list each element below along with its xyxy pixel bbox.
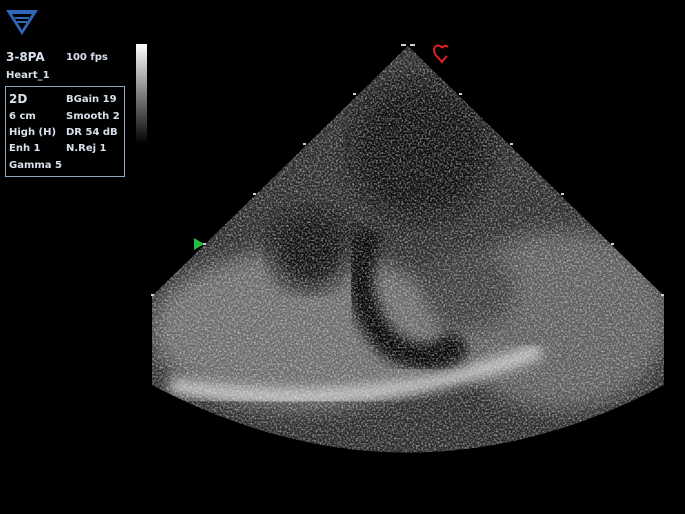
heart-orientation-icon: [432, 44, 449, 64]
sector-tissue: [152, 46, 664, 453]
focus-marker-icon: [194, 238, 204, 250]
ultrasound-sector-image[interactable]: [0, 0, 685, 514]
